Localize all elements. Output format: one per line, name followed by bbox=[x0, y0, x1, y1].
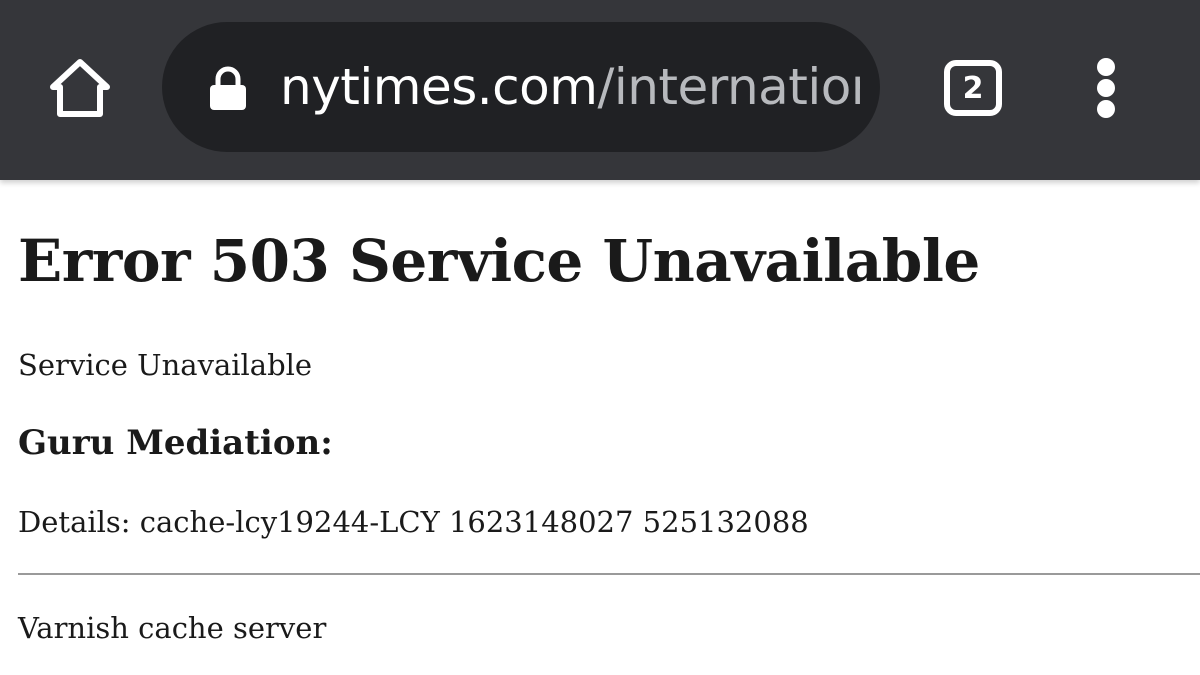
error-heading: Error 503 Service Unavailable bbox=[18, 227, 980, 295]
address-bar[interactable]: nytimes.com/internatior bbox=[162, 22, 880, 152]
more-vert-icon[interactable] bbox=[1090, 58, 1122, 118]
url-domain: nytimes.com bbox=[280, 58, 598, 116]
url-text[interactable]: nytimes.com/internatior bbox=[280, 52, 860, 122]
lock-icon[interactable] bbox=[208, 66, 248, 110]
url-path: /internatior bbox=[597, 58, 860, 116]
error-details: Details: cache-lcy19244-LCY 1623148027 5… bbox=[18, 505, 809, 539]
browser-toolbar: nytimes.com/internatior 2 bbox=[0, 0, 1200, 180]
home-icon bbox=[50, 59, 110, 117]
home-button[interactable] bbox=[44, 54, 116, 122]
server-footer: Varnish cache server bbox=[18, 611, 327, 645]
divider bbox=[18, 573, 1200, 575]
tab-count: 2 bbox=[962, 70, 984, 106]
tab-switcher-button[interactable]: 2 bbox=[944, 60, 1002, 116]
guru-mediation-heading: Guru Mediation: bbox=[18, 423, 333, 463]
status-text: Service Unavailable bbox=[18, 348, 313, 382]
